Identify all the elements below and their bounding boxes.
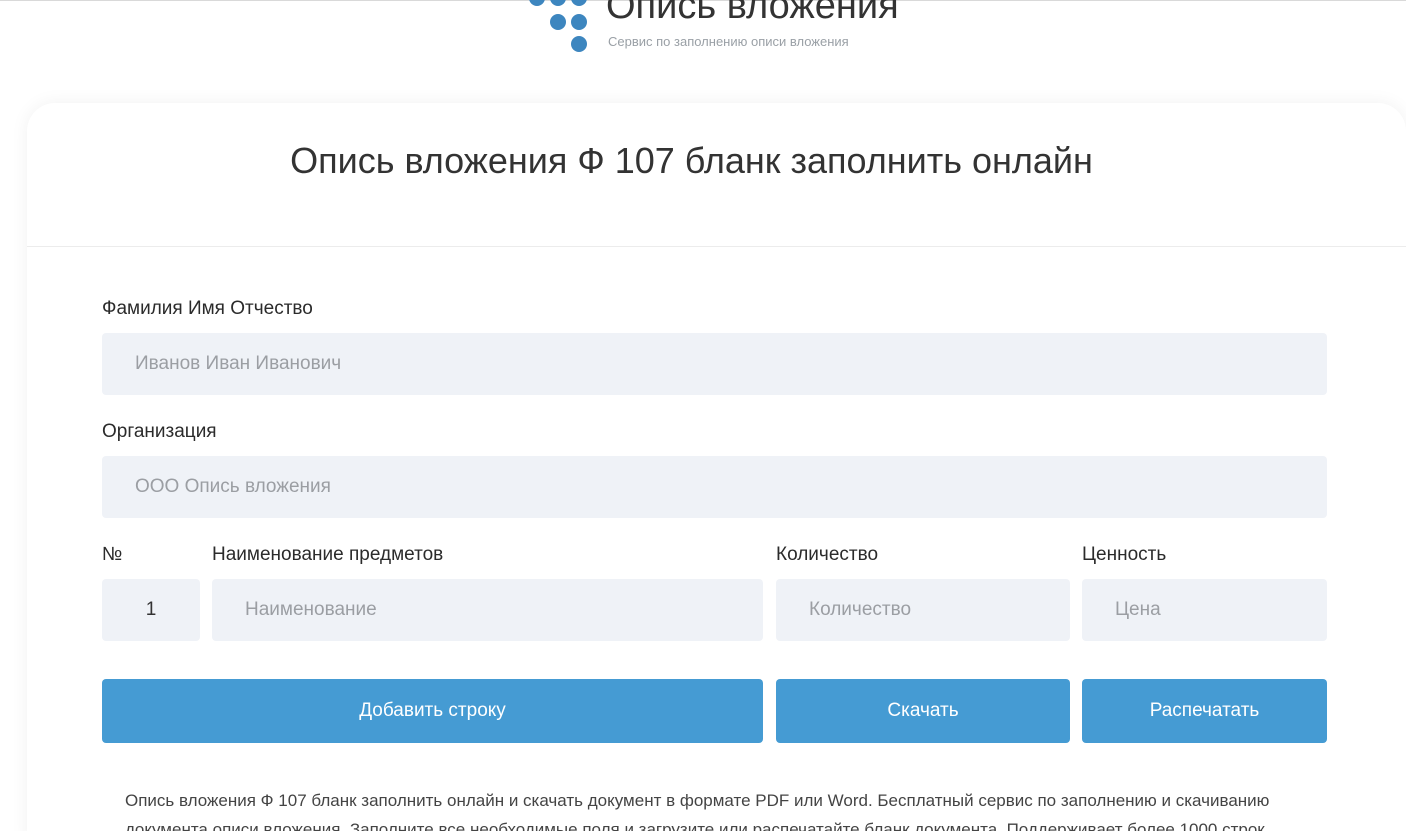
card-header: Опись вложения Ф 107 бланк заполнить онл… — [27, 103, 1406, 247]
item-price-input[interactable] — [1082, 579, 1327, 641]
column-header-quantity: Количество — [776, 544, 879, 565]
description-text: Опись вложения Ф 107 бланк заполнить онл… — [125, 791, 1270, 831]
organization-label: Организация — [102, 421, 217, 442]
site-title[interactable]: Опись вложения — [606, 0, 899, 30]
form-card: Опись вложения Ф 107 бланк заполнить онл… — [27, 103, 1406, 831]
organization-input[interactable] — [102, 456, 1327, 518]
site-header: Опись вложения Сервис по заполнению опис… — [0, 0, 1406, 100]
download-button[interactable]: Скачать — [776, 679, 1070, 743]
column-header-num: № — [102, 544, 123, 565]
item-name-input[interactable] — [212, 579, 763, 641]
logo-dot — [529, 0, 545, 6]
logo-icon[interactable] — [524, 0, 594, 60]
logo-dot — [550, 14, 566, 30]
item-quantity-input[interactable] — [776, 579, 1070, 641]
item-row-number: 1 — [102, 579, 200, 641]
column-header-name: Наименование предметов — [212, 544, 444, 565]
page-title: Опись вложения Ф 107 бланк заполнить онл… — [290, 139, 1093, 181]
fio-input[interactable] — [102, 333, 1327, 395]
logo-dot — [571, 36, 587, 52]
site-subtitle: Сервис по заполнению описи вложения — [608, 34, 849, 49]
add-row-button[interactable]: Добавить строку — [102, 679, 763, 743]
print-button[interactable]: Распечатать — [1082, 679, 1327, 743]
logo-dot — [550, 0, 566, 6]
logo-dot — [571, 0, 587, 6]
fio-label: Фамилия Имя Отчество — [102, 298, 313, 319]
logo-dot — [571, 14, 587, 30]
column-header-value: Ценность — [1082, 544, 1167, 565]
